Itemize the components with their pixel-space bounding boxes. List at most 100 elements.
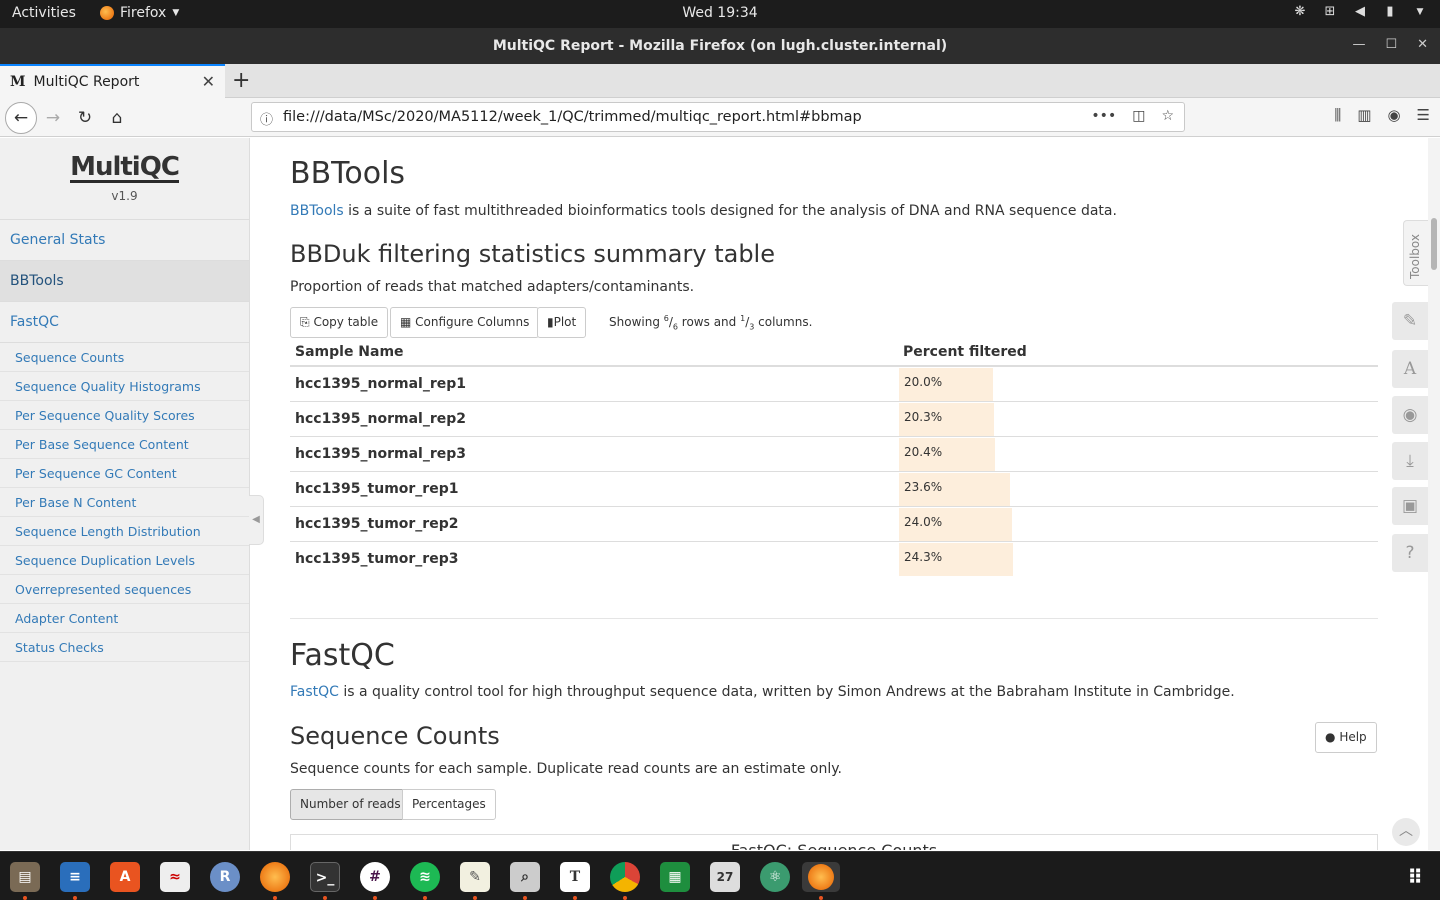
sidebar-subitem-sequence-quality-histograms[interactable]: Sequence Quality Histograms (0, 372, 249, 401)
window-titlebar: MultiQC Report - Mozilla Firefox (on lug… (0, 28, 1440, 64)
percent-filtered-cell: 20.3% (898, 400, 1378, 436)
configure-columns-button[interactable]: ▦ Configure Columns (390, 307, 540, 338)
sidebar-subitem-per-base-n-content[interactable]: Per Base N Content (0, 488, 249, 517)
sequence-counts-description: Sequence counts for each sample. Duplica… (290, 761, 842, 777)
grid-icon: ▦ (400, 315, 412, 329)
tab-close-icon[interactable]: ✕ (202, 72, 215, 91)
calc-icon[interactable]: ▦ (660, 862, 690, 892)
sidebar-subitem-sequence-length-distribution[interactable]: Sequence Length Distribution (0, 517, 249, 546)
maximize-icon[interactable]: ☐ (1385, 37, 1397, 52)
library-icon[interactable]: ⫼ (1334, 106, 1341, 124)
hide-samples-icon[interactable]: ◉ (1392, 396, 1428, 434)
bbduk-table-description: Proportion of reads that matched adapter… (290, 279, 695, 295)
r-icon[interactable]: R (210, 862, 240, 892)
bbtools-heading: BBTools (290, 156, 406, 191)
bbtools-desc-text: is a suite of fast multithreaded bioinfo… (343, 203, 1117, 219)
new-tab-icon[interactable]: + (232, 68, 250, 93)
export-download-icon[interactable]: ⤓ (1392, 442, 1428, 480)
terminal-icon[interactable]: >_ (310, 862, 340, 892)
percent-filtered-cell: 24.0% (898, 505, 1378, 541)
info-icon[interactable]: ⓘ (260, 109, 273, 128)
column-header-percent-filtered[interactable]: Percent filtered (898, 338, 1378, 367)
browser-tab[interactable]: M MultiQC Report ✕ (0, 64, 225, 98)
sidebar-item-fastqc[interactable]: FastQC (0, 302, 249, 343)
running-indicator (573, 896, 577, 900)
sidebar-item-bbtools[interactable]: BBTools (0, 261, 249, 302)
writer-icon[interactable]: ≡ (60, 862, 90, 892)
clock[interactable]: Wed 19:34 (0, 5, 1440, 21)
bbtools-link[interactable]: BBTools (290, 203, 344, 219)
rename-samples-icon[interactable]: A (1392, 350, 1428, 388)
system-menu-chevron-icon[interactable]: ▼ (1412, 4, 1428, 20)
account-icon[interactable]: ◉ (1387, 106, 1400, 124)
multiqc-logo[interactable]: MultiQC v1.9 (0, 138, 249, 220)
files-icon[interactable]: ▤ (10, 862, 40, 892)
home-icon[interactable]: ⌂ (104, 105, 130, 131)
help-button[interactable]: ● Help (1315, 722, 1377, 753)
sidebar-subitem-per-sequence-quality-scores[interactable]: Per Sequence Quality Scores (0, 401, 249, 430)
url-bar[interactable]: ⓘ file:///data/MSc/2020/MA5112/week_1/QC… (251, 102, 1185, 132)
percentages-button[interactable]: Percentages (402, 789, 496, 820)
slack-icon[interactable]: # (360, 862, 390, 892)
pocket-icon[interactable]: ◫ (1132, 108, 1145, 124)
bar-chart-icon: ▮ (547, 315, 554, 329)
help-label: Help (1339, 730, 1367, 744)
number-of-reads-button[interactable]: Number of reads (290, 789, 411, 820)
sidebar-subitem-per-sequence-gc-content[interactable]: Per Sequence GC Content (0, 459, 249, 488)
evince-icon[interactable]: ≈ (160, 862, 190, 892)
column-header-sample-name[interactable]: Sample Name (290, 338, 898, 367)
hamburger-menu-icon[interactable]: ☰ (1417, 106, 1430, 124)
reload-icon[interactable]: ↻ (72, 105, 98, 131)
software-icon[interactable]: A (110, 862, 140, 892)
sidebar-subitem-overrepresented-sequences[interactable]: Overrepresented sequences (0, 575, 249, 604)
sidebar-subitem-sequence-duplication-levels[interactable]: Sequence Duplication Levels (0, 546, 249, 575)
copy-icon: ⎘ (300, 315, 310, 329)
save-settings-icon[interactable]: ▣ (1392, 487, 1428, 525)
fastqc-link[interactable]: FastQC (290, 684, 339, 700)
running-indicator (73, 896, 77, 900)
calendar-icon[interactable]: 27 (710, 862, 740, 892)
firefox-active-icon[interactable] (802, 862, 840, 892)
page-scrollbar[interactable] (1428, 138, 1440, 850)
sidebar-subitem-adapter-content[interactable]: Adapter Content (0, 604, 249, 633)
text-editor-icon[interactable]: ✎ (460, 862, 490, 892)
back-icon[interactable]: ← (5, 102, 37, 134)
volume-icon[interactable]: ◀ (1352, 4, 1368, 20)
spotify-icon[interactable]: ≋ (410, 862, 440, 892)
sidebar-toggle-icon[interactable]: ▥ (1357, 106, 1371, 124)
report-sidebar: MultiQC v1.9 General Stats BBTools FastQ… (0, 138, 250, 850)
minimize-icon[interactable]: — (1352, 37, 1365, 52)
help-circle-icon[interactable]: ? (1392, 534, 1428, 572)
sidebar-subitem-status-checks[interactable]: Status Checks (0, 633, 249, 662)
network-icon[interactable]: ⊞ (1322, 4, 1338, 20)
rows-shown: 6 (663, 314, 669, 323)
help-icon: ● (1325, 730, 1336, 744)
percent-filtered-cell: 24.3% (898, 540, 1378, 576)
sidebar-item-general-stats[interactable]: General Stats (0, 220, 249, 261)
scroll-to-top-icon[interactable]: ︿ (1392, 818, 1420, 846)
highlight-pin-icon[interactable]: ✎ (1392, 302, 1428, 340)
toolbox-label: Toolbox (1408, 234, 1422, 279)
weather-icon[interactable]: ❋ (1292, 4, 1308, 20)
chrome-icon[interactable] (610, 862, 640, 892)
sample-name-cell: hcc1395_normal_rep2 (290, 400, 898, 436)
forward-icon[interactable]: → (40, 105, 66, 131)
atom-icon[interactable]: ⚛ (760, 862, 790, 892)
plot-button[interactable]: ▮Plot (537, 307, 587, 338)
running-indicator (623, 896, 627, 900)
sidebar-subitem-per-base-sequence-content[interactable]: Per Base Sequence Content (0, 430, 249, 459)
app-grid-icon[interactable]: ⠿ (1400, 862, 1430, 892)
sample-name-cell: hcc1395_tumor_rep2 (290, 505, 898, 541)
toolbox-tab[interactable]: Toolbox (1403, 220, 1429, 286)
battery-icon[interactable]: ▮ (1382, 4, 1398, 20)
sidebar-subitem-sequence-counts[interactable]: Sequence Counts (0, 343, 249, 372)
close-icon[interactable]: ✕ (1417, 37, 1428, 52)
firefox-icon[interactable] (260, 862, 290, 892)
image-viewer-icon[interactable]: ⌕ (510, 862, 540, 892)
table-row: hcc1395_tumor_rep3 24.3% (290, 540, 1378, 576)
bookmark-star-icon[interactable]: ☆ (1161, 108, 1174, 124)
scrollbar-thumb[interactable] (1431, 218, 1437, 270)
typora-icon[interactable]: T (560, 862, 590, 892)
page-actions-icon[interactable]: ••• (1091, 108, 1116, 124)
copy-table-button[interactable]: ⎘ Copy table (290, 307, 389, 338)
